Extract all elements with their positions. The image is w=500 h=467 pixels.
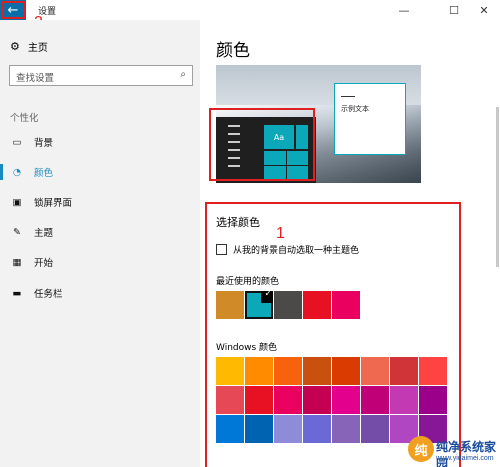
recent-color-swatch[interactable]: ✓	[245, 289, 273, 319]
watermark-logo-icon: 纯	[408, 436, 434, 462]
theme-icon: ✎	[13, 226, 21, 238]
recent-colors-label: 最近使用的颜色	[216, 277, 280, 287]
start-icon: ▦	[12, 256, 22, 268]
windows-color-swatch[interactable]	[245, 386, 273, 414]
search-input[interactable]	[10, 69, 170, 88]
close-icon: ✕	[479, 3, 489, 17]
home-nav-item[interactable]: ⚙ 主页	[10, 39, 48, 54]
recent-color-swatch[interactable]	[303, 291, 331, 319]
auto-pick-option[interactable]: 从我的背景自动选取一种主题色	[216, 243, 359, 256]
choose-color-title: 选择颜色	[216, 216, 260, 229]
sidebar-item-themes[interactable]: ✎ 主题	[0, 221, 200, 243]
windows-color-swatch[interactable]	[274, 357, 302, 385]
lock-screen-icon: ▣	[12, 196, 22, 208]
annotation-highlight-preview	[209, 108, 315, 181]
section-title: 个性化	[10, 113, 39, 124]
page-title: 颜色	[216, 41, 250, 61]
windows-color-swatch[interactable]	[361, 357, 389, 385]
search-box: ⌕	[9, 65, 193, 88]
recent-color-swatch[interactable]	[274, 291, 302, 319]
windows-color-swatch[interactable]	[361, 386, 389, 414]
maximize-icon: ☐	[449, 3, 459, 17]
windows-color-swatch[interactable]	[419, 357, 447, 385]
windows-color-swatch[interactable]	[303, 415, 331, 443]
minimize-button[interactable]: —	[388, 0, 420, 20]
sidebar-item-label: 开始	[34, 258, 54, 269]
sidebar-item-label: 任务栏	[34, 289, 63, 300]
sidebar: ⚙ 主页 ⌕ 个性化 ▭ 背景 ◔ 颜色 ▣ 锁屏界面 ✎ 主题 ▦ 开始 ▬ …	[0, 20, 200, 467]
windows-color-swatch[interactable]	[332, 357, 360, 385]
maximize-button[interactable]: ☐	[438, 0, 470, 20]
windows-color-swatch[interactable]	[303, 386, 331, 414]
sidebar-item-label: 锁屏界面	[34, 198, 73, 209]
windows-colors-grid	[216, 357, 447, 443]
windows-color-swatch[interactable]	[390, 357, 418, 385]
windows-color-swatch[interactable]	[274, 386, 302, 414]
windows-color-swatch[interactable]	[361, 415, 389, 443]
preview-sample-text: 示例文本	[341, 105, 369, 113]
windows-color-swatch[interactable]	[390, 386, 418, 414]
windows-color-swatch[interactable]	[303, 357, 331, 385]
taskbar-icon: ▬	[12, 287, 22, 299]
windows-color-swatch[interactable]	[419, 386, 447, 414]
sidebar-item-start[interactable]: ▦ 开始	[0, 251, 200, 273]
check-icon: ✓	[264, 289, 272, 299]
recent-color-swatch[interactable]	[332, 291, 360, 319]
sidebar-item-colors[interactable]: ◔ 颜色	[0, 161, 200, 183]
title-bar: ← 设置 — ☐ ✕	[0, 0, 500, 20]
minimize-icon: —	[398, 3, 410, 17]
watermark-text: 纯净系统家园	[436, 440, 497, 467]
annotation-number-colors: 1	[276, 225, 285, 242]
recent-colors-row: ✓	[216, 289, 360, 319]
windows-color-swatch[interactable]	[332, 415, 360, 443]
home-label: 主页	[27, 43, 48, 54]
preview-sample-window: 示例文本	[334, 83, 406, 155]
image-icon: ▭	[12, 136, 22, 148]
auto-pick-checkbox[interactable]	[216, 244, 227, 255]
windows-colors-label: Windows 颜色	[216, 343, 278, 353]
windows-color-swatch[interactable]	[274, 415, 302, 443]
main-content: 颜色 Aa 示例文本 选择颜色 从我的背景自动选取一种主题色 最近使用的颜色 ✓…	[200, 20, 500, 467]
windows-color-swatch[interactable]	[216, 386, 244, 414]
scrollbar-thumb[interactable]	[496, 107, 499, 267]
windows-color-swatch[interactable]	[332, 386, 360, 414]
sidebar-item-label: 颜色	[34, 168, 54, 179]
palette-icon: ◔	[12, 166, 22, 178]
windows-color-swatch[interactable]	[216, 415, 244, 443]
search-icon[interactable]: ⌕	[180, 69, 186, 80]
annotation-highlight-back	[1, 1, 25, 19]
windows-color-swatch[interactable]	[245, 357, 273, 385]
sidebar-item-label: 背景	[34, 138, 54, 149]
recent-color-swatch[interactable]	[216, 291, 244, 319]
watermark-url: www.yidaimei.com	[436, 455, 494, 462]
auto-pick-label: 从我的背景自动选取一种主题色	[233, 246, 360, 256]
sidebar-item-lock-screen[interactable]: ▣ 锁屏界面	[0, 191, 200, 213]
sidebar-item-background[interactable]: ▭ 背景	[0, 131, 200, 153]
windows-color-swatch[interactable]	[216, 357, 244, 385]
close-button[interactable]: ✕	[468, 0, 500, 20]
gear-icon: ⚙	[10, 40, 20, 53]
windows-color-swatch[interactable]	[245, 415, 273, 443]
sidebar-item-taskbar[interactable]: ▬ 任务栏	[0, 282, 200, 304]
sidebar-item-label: 主题	[34, 228, 54, 239]
scrollbar[interactable]	[494, 45, 500, 467]
